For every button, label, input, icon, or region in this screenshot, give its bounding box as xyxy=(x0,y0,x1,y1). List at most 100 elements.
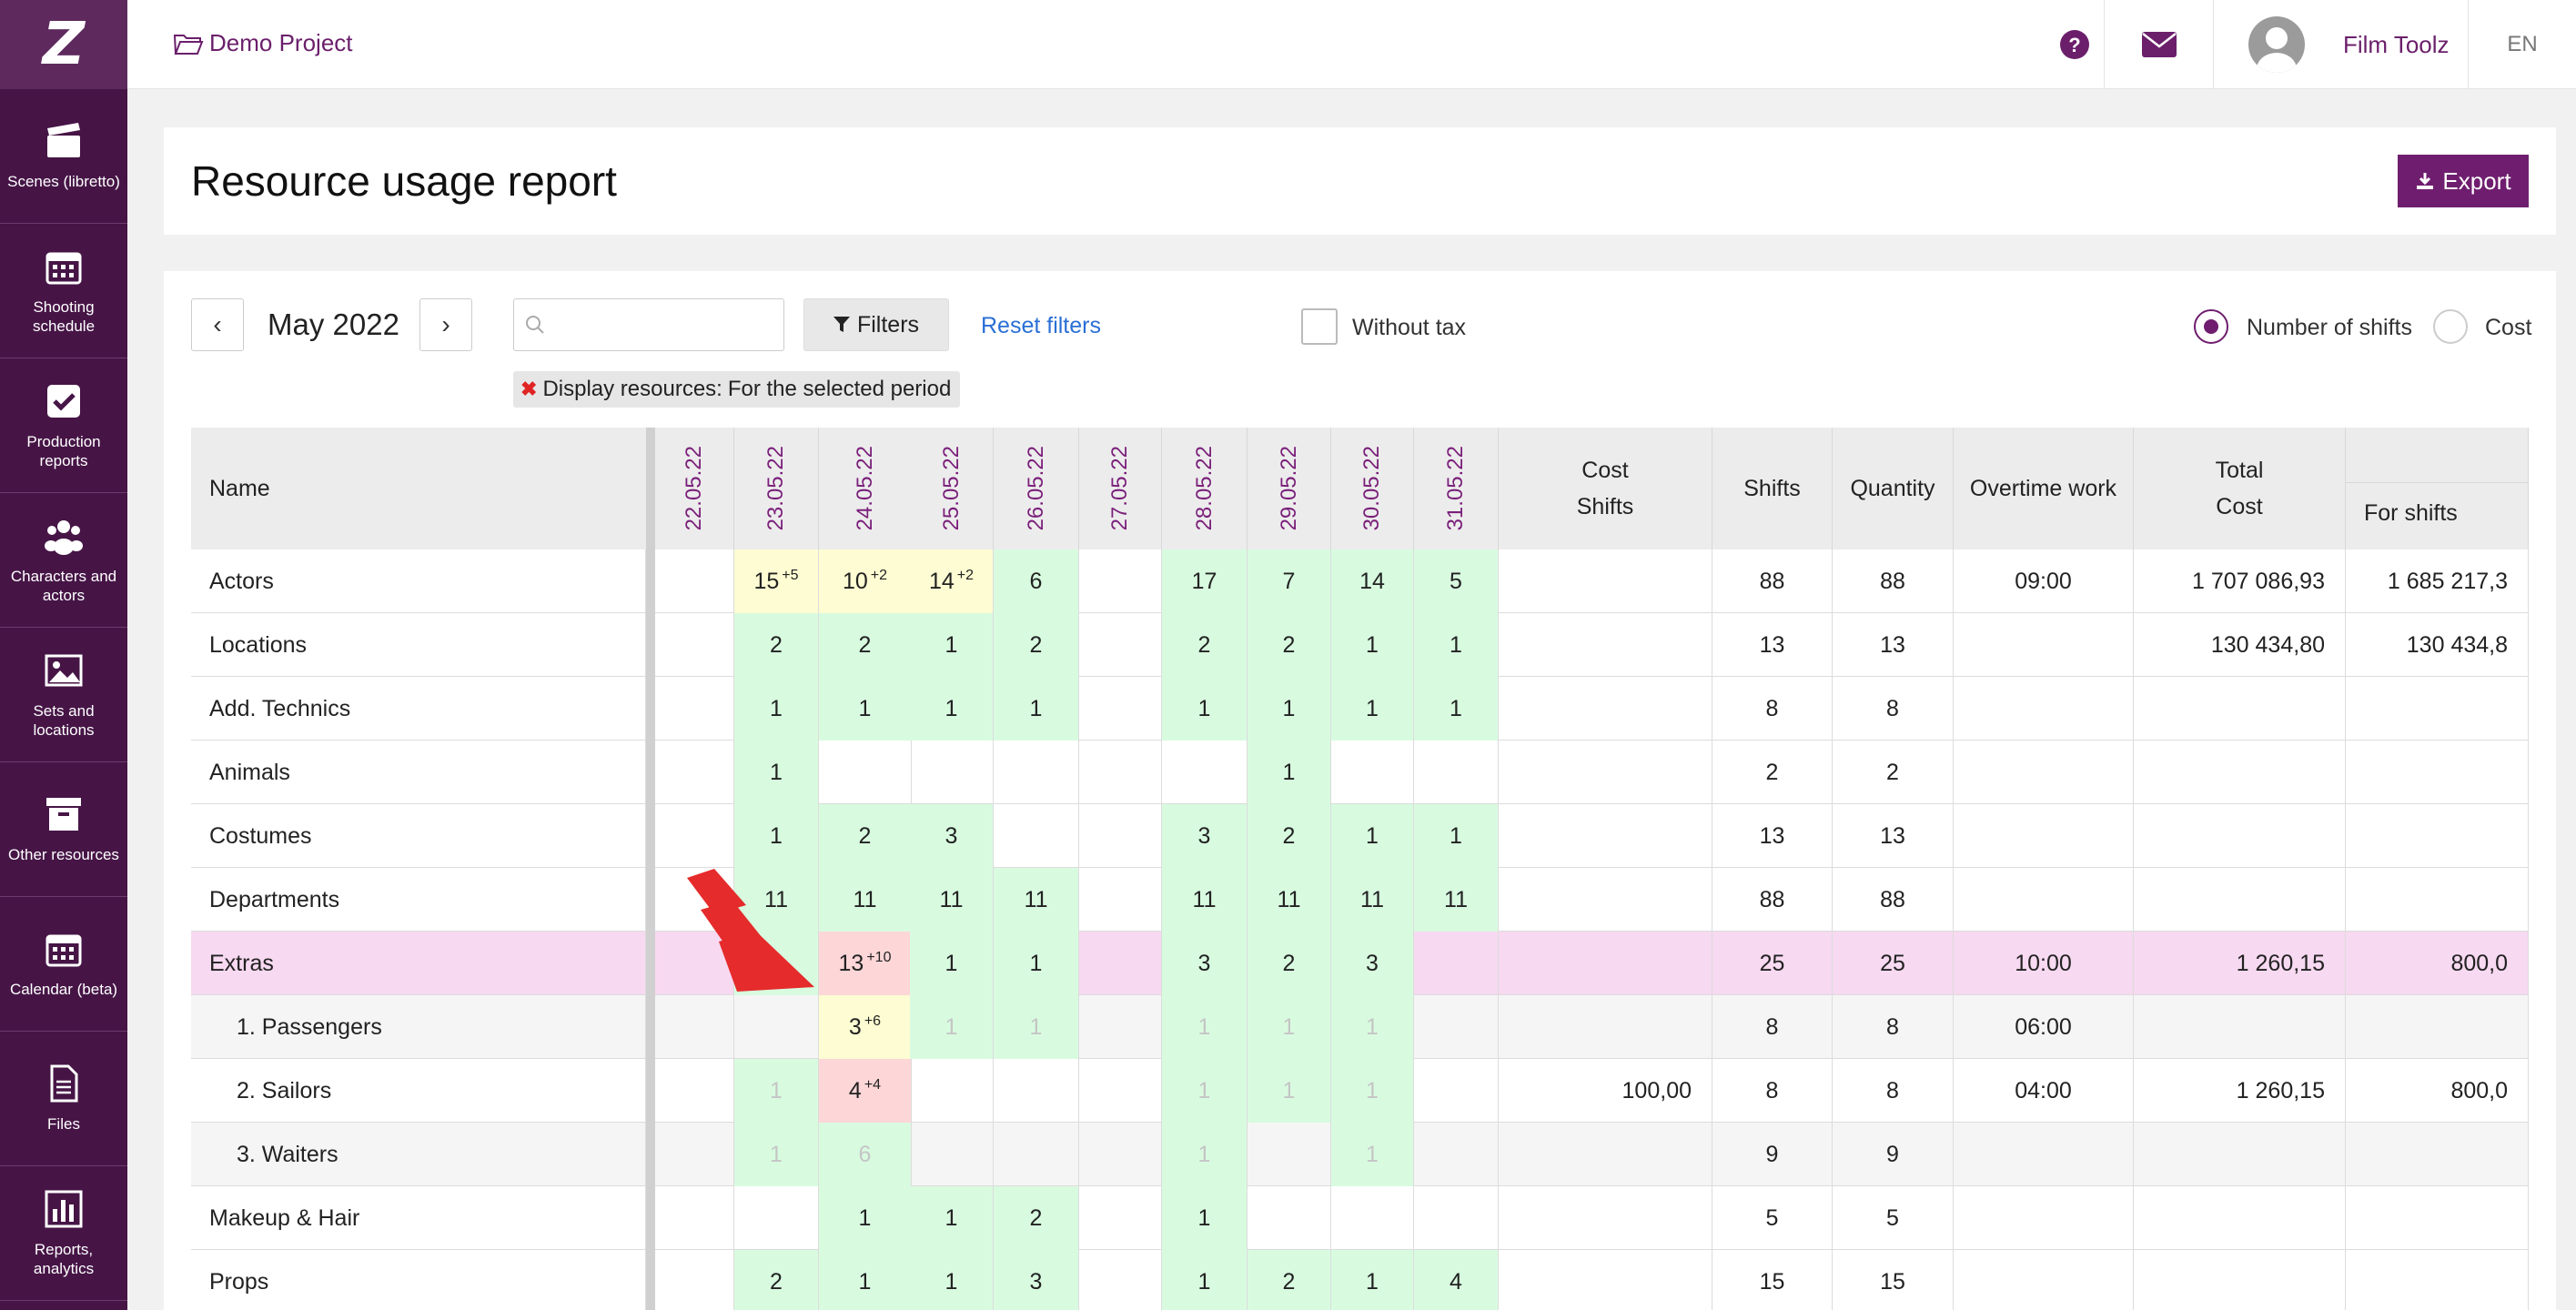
prev-month-button[interactable]: ‹ xyxy=(191,298,244,351)
day-cell[interactable]: 3 xyxy=(994,1250,1079,1310)
day-cell[interactable]: 1 xyxy=(1331,804,1414,868)
table-row[interactable]: Animals 1 1 2 2 xyxy=(191,741,2529,804)
day-cell[interactable] xyxy=(910,741,994,804)
day-cell[interactable] xyxy=(655,1059,734,1123)
sidebar-item-scenes-libretto[interactable]: Scenes (libretto) xyxy=(0,89,127,224)
day-cell[interactable] xyxy=(655,1250,734,1310)
day-cell[interactable]: 2 xyxy=(1248,804,1331,868)
day-cell[interactable]: 14 xyxy=(1331,549,1414,613)
day-cell[interactable]: 11 xyxy=(1414,868,1499,932)
day-cell[interactable]: 1 xyxy=(1248,677,1331,741)
cost-radio[interactable] xyxy=(2433,309,2468,344)
day-cell[interactable] xyxy=(1079,1186,1162,1250)
day-cell[interactable]: 1 xyxy=(1331,613,1414,677)
day-cell[interactable] xyxy=(994,804,1079,868)
day-cell[interactable]: 1 xyxy=(1331,1123,1414,1186)
day-cell[interactable]: 1 xyxy=(1414,804,1499,868)
day-cell[interactable] xyxy=(1414,1059,1499,1123)
day-cell[interactable]: 1 xyxy=(1162,1059,1248,1123)
day-cell[interactable]: 4 +4 xyxy=(819,1059,912,1123)
day-cell[interactable]: 2 xyxy=(1248,932,1331,995)
table-row[interactable]: 1. Passengers 3 +6 1 1 1 1 1 8 8 06:00 xyxy=(191,995,2529,1059)
day-cell[interactable]: 1 xyxy=(734,1123,819,1186)
day-cell[interactable] xyxy=(1079,677,1162,741)
day-cell[interactable]: 1 xyxy=(910,995,994,1059)
day-cell[interactable] xyxy=(1414,1123,1499,1186)
day-cell[interactable]: 2 xyxy=(734,613,819,677)
day-cell[interactable]: 11 xyxy=(910,868,994,932)
table-row[interactable]: Actors 15 +5 10 +2 14 +2 6 17 7 14 5 88 88 09:00 1 707 … xyxy=(191,549,2529,613)
day-cell[interactable]: 2 xyxy=(734,1250,819,1310)
day-cell[interactable]: 7 xyxy=(1248,549,1331,613)
day-cell[interactable]: 1 xyxy=(819,1186,912,1250)
day-cell[interactable]: 2 xyxy=(994,613,1079,677)
table-row[interactable]: Locations 2 2 1 2 2 2 1 1 13 13 130 434,80 130 434,8 xyxy=(191,613,2529,677)
day-cell[interactable]: 11 xyxy=(819,868,912,932)
day-cell[interactable]: 1 xyxy=(819,1250,912,1310)
day-cell[interactable] xyxy=(655,677,734,741)
day-cell[interactable]: 1 xyxy=(734,677,819,741)
day-cell[interactable]: 2 xyxy=(819,804,912,868)
day-cell[interactable]: 1 xyxy=(1162,995,1248,1059)
day-cell[interactable] xyxy=(910,1123,994,1186)
day-cell[interactable] xyxy=(655,613,734,677)
day-cell[interactable]: 1 xyxy=(734,1059,819,1123)
day-cell[interactable]: 1 xyxy=(910,1250,994,1310)
day-cell[interactable] xyxy=(1079,1123,1162,1186)
day-cell[interactable]: 1 xyxy=(994,677,1079,741)
project-link[interactable]: Demo Project xyxy=(173,29,353,57)
day-cell[interactable] xyxy=(655,995,734,1059)
language-switch[interactable]: EN xyxy=(2468,0,2576,89)
day-cell[interactable]: 11 xyxy=(1162,868,1248,932)
date-header[interactable]: 31.05.22 xyxy=(1414,428,1499,549)
day-cell[interactable]: 1 xyxy=(910,613,994,677)
day-cell[interactable] xyxy=(819,741,912,804)
day-cell[interactable]: 1 xyxy=(1331,1059,1414,1123)
user-menu[interactable]: Film Toolz xyxy=(2213,0,2468,89)
day-cell[interactable]: 2 xyxy=(994,1186,1079,1250)
date-header[interactable]: 28.05.22 xyxy=(1162,428,1248,549)
date-header[interactable]: 27.05.22 xyxy=(1079,428,1162,549)
sidebar-item-files[interactable]: Files xyxy=(0,1032,127,1166)
day-cell[interactable]: 14 +2 xyxy=(910,549,994,613)
sidebar-item-shooting-schedule[interactable]: Shooting schedule xyxy=(0,224,127,358)
table-row[interactable]: 2. Sailors 1 4 +4 1 1 1 100,00 8 8 04:00 1 260,15 80… xyxy=(191,1059,2529,1123)
table-row[interactable]: Departments 11 11 11 11 11 11 11 11 88 88 xyxy=(191,868,2529,932)
date-header[interactable]: 30.05.22 xyxy=(1331,428,1414,549)
day-cell[interactable] xyxy=(1079,932,1162,995)
day-cell[interactable]: 1 xyxy=(1331,1250,1414,1310)
column-splitter[interactable] xyxy=(646,428,655,1310)
day-cell[interactable]: 1 xyxy=(1414,613,1499,677)
day-cell[interactable] xyxy=(1331,1186,1414,1250)
day-cell[interactable] xyxy=(910,1059,994,1123)
app-logo[interactable]: Z xyxy=(0,0,127,89)
search-input[interactable] xyxy=(513,298,784,351)
day-cell[interactable]: 3 +6 xyxy=(819,995,912,1059)
day-cell[interactable]: 1 xyxy=(1162,1186,1248,1250)
remove-filter-icon[interactable]: ✖ xyxy=(520,378,537,401)
day-cell[interactable] xyxy=(1079,613,1162,677)
day-cell[interactable] xyxy=(1248,1123,1331,1186)
day-cell[interactable] xyxy=(1079,995,1162,1059)
day-cell[interactable] xyxy=(1331,741,1414,804)
sidebar-item-sets-and-locations[interactable]: Sets and locations xyxy=(0,628,127,762)
day-cell[interactable] xyxy=(994,1059,1079,1123)
day-cell[interactable]: 1 xyxy=(1162,1123,1248,1186)
date-header[interactable]: 22.05.22 xyxy=(655,428,734,549)
day-cell[interactable]: 1 xyxy=(734,804,819,868)
day-cell[interactable] xyxy=(655,804,734,868)
table-row[interactable]: 3. Waiters 1 6 1 1 9 9 xyxy=(191,1123,2529,1186)
day-cell[interactable]: 3 xyxy=(910,804,994,868)
day-cell[interactable]: 13 +10 xyxy=(819,932,912,995)
day-cell[interactable] xyxy=(1079,1250,1162,1310)
day-cell[interactable] xyxy=(1162,741,1248,804)
day-cell[interactable] xyxy=(1079,804,1162,868)
messages-button[interactable] xyxy=(2104,0,2213,89)
day-cell[interactable]: 6 xyxy=(994,549,1079,613)
day-cell[interactable] xyxy=(994,741,1079,804)
day-cell[interactable]: 10 +2 xyxy=(819,549,912,613)
sidebar-item-other-resources[interactable]: Other resources xyxy=(0,762,127,897)
date-header[interactable]: 26.05.22 xyxy=(994,428,1079,549)
day-cell[interactable]: 4 xyxy=(1414,1250,1499,1310)
filters-button[interactable]: Filters xyxy=(803,298,949,351)
